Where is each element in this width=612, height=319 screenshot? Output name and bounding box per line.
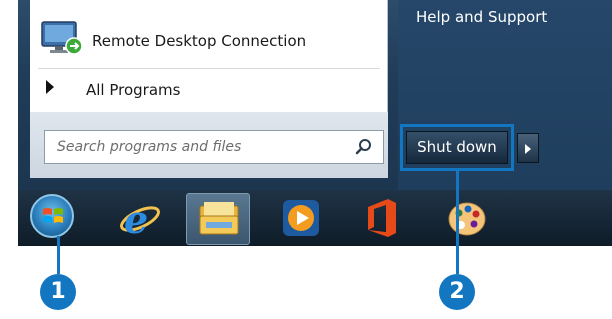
internet-explorer-icon[interactable]: e bbox=[116, 197, 162, 239]
search-input[interactable]: Search programs and files bbox=[44, 130, 384, 164]
shutdown-options-arrow-icon[interactable] bbox=[517, 133, 539, 163]
callout-line-2 bbox=[456, 171, 459, 274]
media-player-icon[interactable] bbox=[280, 197, 322, 239]
windows-flag-icon bbox=[43, 208, 63, 223]
callout-badge-2: 2 bbox=[439, 274, 475, 310]
help-and-support-item[interactable]: Help and Support bbox=[416, 8, 547, 26]
menu-divider bbox=[38, 68, 380, 69]
paint-icon[interactable] bbox=[444, 197, 490, 239]
remote-desktop-connection-item[interactable]: Remote Desktop Connection bbox=[92, 32, 306, 50]
callout-line-1 bbox=[57, 236, 60, 274]
shut-down-button[interactable]: Shut down bbox=[406, 131, 508, 164]
windows-explorer-icon[interactable] bbox=[196, 198, 242, 238]
all-programs-arrow-icon bbox=[46, 80, 54, 94]
start-button[interactable] bbox=[30, 194, 74, 238]
search-placeholder: Search programs and files bbox=[57, 139, 242, 155]
svg-text:e: e bbox=[124, 197, 148, 239]
programs-pane bbox=[30, 0, 388, 112]
all-programs-item[interactable]: All Programs bbox=[86, 81, 180, 99]
remote-desktop-icon bbox=[41, 21, 83, 55]
search-icon[interactable] bbox=[355, 138, 373, 156]
office-icon[interactable] bbox=[364, 197, 400, 239]
callout-badge-1: 1 bbox=[40, 274, 76, 310]
